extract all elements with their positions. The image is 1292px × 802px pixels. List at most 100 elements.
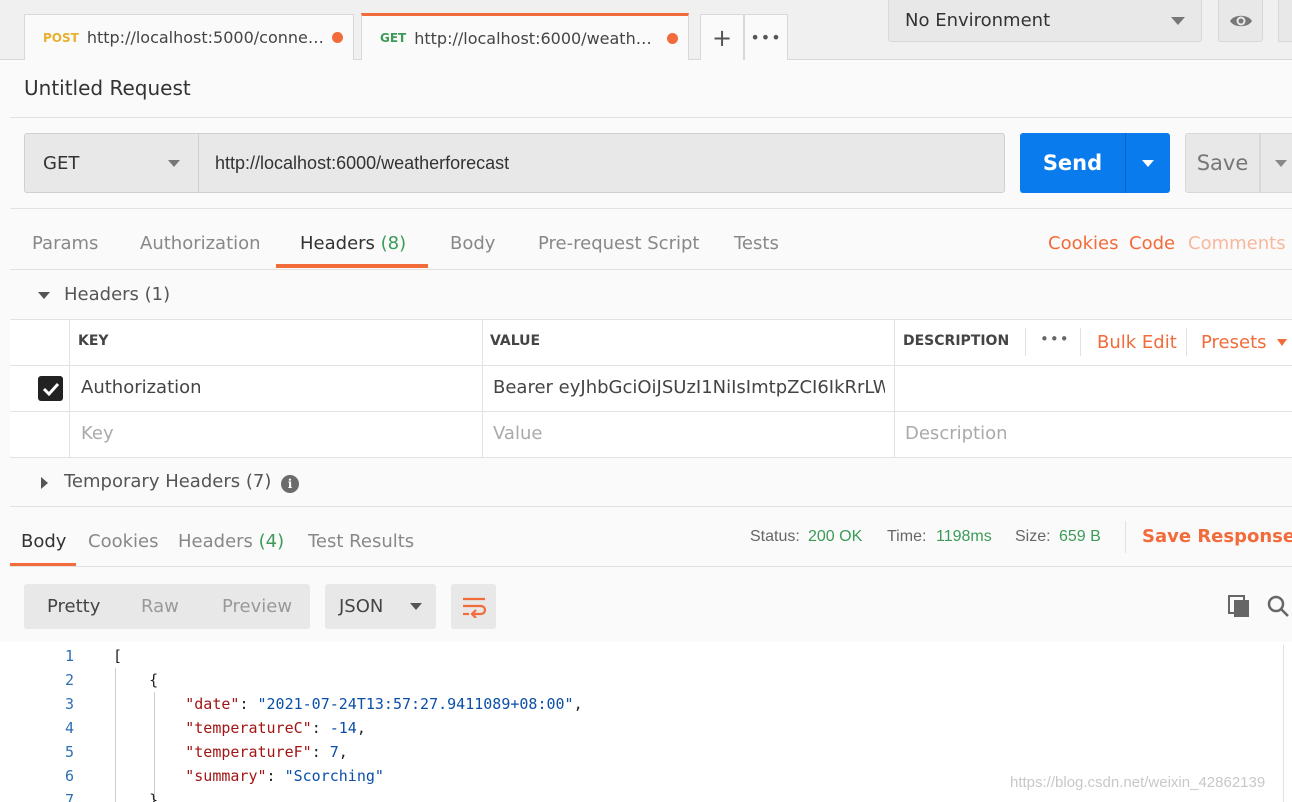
code-token: , — [356, 719, 366, 737]
tab-url: http://localhost:5000/connect/... — [86, 28, 326, 47]
tab-url: http://localhost:6000/weatherf... — [414, 28, 661, 48]
line-number: 4 — [64, 719, 74, 737]
divider — [10, 208, 1292, 209]
tab-pre-request-script[interactable]: Pre-request Script — [538, 233, 699, 254]
tab-tests[interactable]: Tests — [734, 233, 779, 254]
line-number: 1 — [64, 647, 74, 665]
code-token: 7 — [329, 743, 339, 761]
copy-icon[interactable] — [1227, 594, 1251, 622]
unsaved-dot-icon — [332, 32, 343, 43]
search-icon[interactable] — [1266, 594, 1290, 622]
row-divider — [10, 365, 1292, 366]
request-tab-post[interactable]: POST http://localhost:5000/connect/... — [24, 14, 354, 60]
row-divider — [10, 457, 1292, 458]
wrap-lines-icon — [462, 597, 486, 618]
column-header-value: VALUE — [490, 333, 541, 349]
size-label: Size: — [1015, 528, 1051, 545]
send-button[interactable]: Send — [1020, 133, 1125, 193]
format-select[interactable]: JSON — [325, 584, 436, 629]
view-raw-button[interactable]: Raw — [141, 596, 179, 617]
tab-method: GET — [380, 31, 407, 45]
chevron-down-icon — [168, 159, 180, 167]
code-token: , — [338, 743, 348, 761]
cookies-link[interactable]: Cookies — [1048, 233, 1118, 254]
caret-right-icon — [41, 477, 48, 489]
column-divider — [1080, 328, 1081, 356]
tab-count: (4) — [258, 531, 285, 552]
response-tab-cookies[interactable]: Cookies — [88, 531, 158, 552]
new-key-input[interactable]: Key — [81, 423, 114, 444]
manage-environments-button[interactable] — [1278, 0, 1292, 42]
code-token: "Scorching" — [284, 767, 384, 785]
save-response-dropdown[interactable]: Save Response — [1142, 526, 1292, 547]
format-label: JSON — [339, 596, 384, 617]
chevron-down-icon — [1276, 339, 1287, 346]
chevron-down-icon — [1142, 159, 1154, 167]
header-key-cell[interactable]: Authorization — [81, 377, 471, 398]
method-label: GET — [43, 152, 80, 174]
save-button[interactable]: Save — [1185, 133, 1260, 193]
new-value-input[interactable]: Value — [493, 423, 542, 444]
method-select[interactable]: GET — [24, 133, 199, 193]
tab-count: (8) — [380, 233, 407, 254]
code-token: }, — [113, 791, 168, 802]
tab-options-button[interactable]: ••• — [744, 14, 788, 60]
editor-scrollbar-edge — [1283, 645, 1284, 802]
environment-select[interactable]: No Environment — [888, 0, 1202, 42]
code-token: -14 — [329, 719, 357, 737]
new-tab-button[interactable]: + — [700, 14, 744, 60]
column-header-description: DESCRIPTION — [903, 333, 1010, 349]
presets-dropdown[interactable]: Presets — [1201, 332, 1287, 353]
response-tab-body[interactable]: Body — [21, 531, 66, 552]
bulk-edit-button[interactable]: Bulk Edit — [1097, 332, 1177, 353]
url-input[interactable] — [198, 133, 1005, 193]
send-options-button[interactable] — [1125, 133, 1170, 193]
request-title[interactable]: Untitled Request — [24, 76, 191, 100]
code-link[interactable]: Code — [1129, 233, 1175, 254]
environment-label: No Environment — [905, 10, 1051, 31]
eye-icon — [1229, 15, 1252, 26]
request-tab-get[interactable]: GET http://localhost:6000/weatherf... — [361, 13, 689, 60]
time-value[interactable]: 1198ms — [936, 528, 992, 546]
environment-quick-look-button[interactable] — [1218, 0, 1263, 42]
info-icon[interactable]: i — [281, 475, 299, 493]
size-value[interactable]: 659 B — [1059, 528, 1101, 546]
check-icon — [42, 382, 59, 396]
response-tab-headers[interactable]: Headers (4) — [178, 531, 284, 552]
wrap-lines-button[interactable] — [451, 584, 496, 629]
save-options-button[interactable] — [1260, 133, 1292, 193]
section-label: Temporary Headers — [64, 471, 241, 492]
comments-link[interactable]: Comments (0 — [1188, 233, 1292, 254]
view-preview-button[interactable]: Preview — [222, 596, 292, 617]
header-value-cell[interactable]: Bearer eyJhbGciOiJSUzI1NiIsImtpZCI6IkRrL… — [493, 377, 885, 398]
code-token: [ — [113, 647, 123, 665]
tab-body[interactable]: Body — [450, 233, 495, 254]
line-number: 3 — [64, 695, 74, 713]
headers-section-title: Headers (1) — [64, 284, 170, 305]
new-description-input[interactable]: Description — [905, 423, 1008, 444]
code-line: "temperatureF": 7, — [113, 743, 348, 761]
view-pretty-button[interactable]: Pretty — [47, 596, 100, 617]
tab-params[interactable]: Params — [32, 233, 98, 254]
status-value[interactable]: 200 OK — [808, 528, 862, 546]
code-token: : — [239, 695, 258, 713]
headers-collapse-toggle[interactable] — [38, 292, 50, 299]
code-token: "date" — [185, 695, 240, 713]
tab-headers[interactable]: Headers (8) — [300, 233, 406, 254]
temporary-headers-toggle[interactable] — [41, 477, 48, 489]
column-divider — [1025, 328, 1026, 356]
column-header-key: KEY — [78, 333, 109, 349]
chevron-down-icon — [1171, 16, 1185, 25]
line-number: 2 — [64, 671, 74, 689]
response-tab-test-results[interactable]: Test Results — [308, 531, 414, 552]
tab-authorization[interactable]: Authorization — [140, 233, 261, 254]
header-enabled-checkbox[interactable] — [38, 376, 63, 401]
chevron-down-icon — [1275, 159, 1287, 167]
more-icon[interactable]: ••• — [1040, 330, 1070, 348]
code-token: "2021-07-24T13:57:27.9411089+08:00" — [257, 695, 574, 713]
line-number: 5 — [64, 743, 74, 761]
column-divider — [894, 320, 895, 458]
code-token: "summary" — [185, 767, 267, 785]
